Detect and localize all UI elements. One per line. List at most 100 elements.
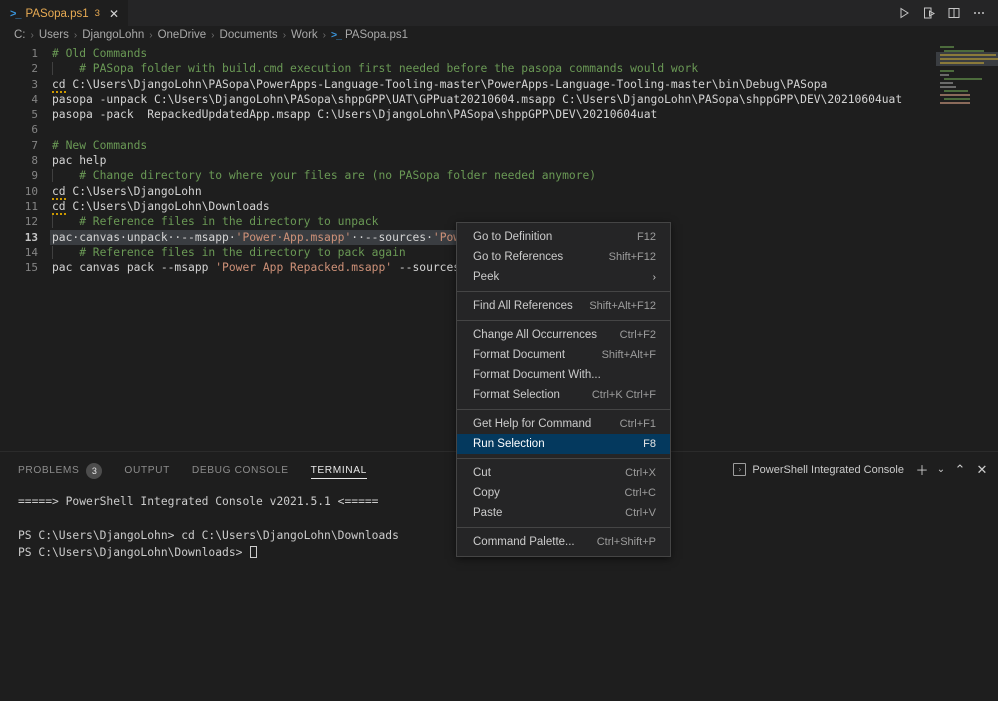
code-token: # Change directory to where your files a…	[52, 169, 596, 182]
code-line[interactable]: 9 # Change directory to where your files…	[0, 168, 940, 183]
maximize-panel-icon[interactable]: ⌃	[950, 459, 970, 481]
terminal-icon: ›	[733, 463, 746, 476]
panel-tab-label: PROBLEMS	[18, 465, 79, 476]
code-line[interactable]: 2 # PASopa folder with build.cmd executi…	[0, 61, 940, 76]
menu-item-find-all-references[interactable]: Find All ReferencesShift+Alt+F12	[457, 296, 670, 316]
code-text: cd C:\Users\DjangoLohn	[52, 184, 202, 199]
run-icon[interactable]	[893, 2, 915, 24]
menu-item-format-document[interactable]: Format DocumentShift+Alt+F	[457, 345, 670, 365]
menu-item-get-help-for-command[interactable]: Get Help for Command Ctrl+F1	[457, 414, 670, 434]
minimap-line	[940, 82, 953, 84]
breadcrumb-item-1[interactable]: Users	[39, 29, 69, 41]
panel-tab-label: TERMINAL	[311, 465, 367, 476]
code-token: # Reference files in the directory to pa…	[52, 246, 406, 259]
menu-item-label: Get Help for Command	[473, 418, 608, 430]
editor-context-menu[interactable]: Go to DefinitionF12Go to ReferencesShift…	[456, 222, 671, 557]
line-number: 4	[0, 92, 38, 107]
minimap[interactable]	[936, 44, 998, 451]
code-line[interactable]: 11cd C:\Users\DjangoLohn\Downloads	[0, 199, 940, 214]
breadcrumb-separator: ›	[323, 30, 326, 41]
line-number: 8	[0, 153, 38, 168]
code-token: # New Commands	[52, 139, 147, 152]
code-line[interactable]: 4 pasopa -unpack C:\Users\DjangoLohn\PASo…	[0, 92, 940, 107]
code-token: # Reference files in the directory to un…	[52, 215, 378, 228]
code-text: # Reference files in the directory to pa…	[52, 245, 406, 260]
code-text: # PASopa folder with build.cmd execution…	[52, 61, 698, 76]
menu-item-shortcut: Ctrl+X	[625, 467, 656, 479]
line-number: 13	[0, 230, 38, 245]
breadcrumb-separator: ›	[211, 30, 214, 41]
close-panel-icon[interactable]: ✕	[972, 459, 992, 481]
menu-item-command-palette[interactable]: Command Palette...Ctrl+Shift+P	[457, 532, 670, 552]
code-token: pasopa -unpack C:\Users\DjangoLohn\PASop…	[52, 93, 902, 106]
panel-tab-debug-console[interactable]: DEBUG CONSOLE	[192, 452, 289, 487]
vscode-window: >_ PASopa.ps1 3 ✕ C:›Users›Dja	[0, 0, 998, 701]
menu-item-label: Peek	[473, 271, 653, 283]
powershell-file-icon: >_	[331, 29, 341, 41]
run-and-debug-icon[interactable]	[918, 2, 940, 24]
code-token: 'Power·App.msapp'	[236, 231, 352, 244]
menu-separator	[457, 409, 670, 410]
code-token: pac canvas pack --msapp	[52, 261, 215, 274]
panel-tab-terminal[interactable]: TERMINAL	[311, 452, 367, 487]
breadcrumb-item-4[interactable]: Documents	[220, 29, 278, 41]
panel-tab-problems[interactable]: PROBLEMS3	[18, 452, 102, 487]
menu-item-label: Cut	[473, 467, 613, 479]
breadcrumb-item-5[interactable]: Work	[291, 29, 318, 41]
menu-item-label: Format Document	[473, 349, 590, 361]
code-token: cd	[52, 185, 66, 200]
menu-item-shortcut: Ctrl+F1	[620, 418, 656, 430]
panel-actions: › PowerShell Integrated Console ＋ ⌄ ⌃ ✕	[727, 452, 992, 487]
terminal-selector[interactable]: › PowerShell Integrated Console	[727, 461, 910, 478]
tab-badge: 3	[95, 8, 100, 19]
minimap-line	[944, 50, 984, 52]
code-line[interactable]: 8pac help	[0, 153, 940, 168]
new-terminal-icon[interactable]: ＋	[912, 459, 932, 481]
breadcrumb-item-3[interactable]: OneDrive	[158, 29, 207, 41]
menu-item-label: Run Selection	[473, 438, 631, 450]
menu-item-copy[interactable]: CopyCtrl+C	[457, 483, 670, 503]
menu-item-go-to-definition[interactable]: Go to DefinitionF12	[457, 227, 670, 247]
menu-item-shortcut: Ctrl+Shift+P	[597, 536, 656, 548]
chevron-down-icon[interactable]: ⌄	[934, 459, 948, 481]
line-number: 5	[0, 107, 38, 122]
code-line[interactable]: 10cd C:\Users\DjangoLohn	[0, 184, 940, 199]
minimap-line	[940, 58, 998, 60]
line-number: 9	[0, 168, 38, 183]
menu-item-paste[interactable]: PasteCtrl+V	[457, 503, 670, 523]
breadcrumb-item-2[interactable]: DjangoLohn	[82, 29, 144, 41]
code-line[interactable]: 3cd C:\Users\DjangoLohn\PASopa\PowerApps…	[0, 77, 940, 92]
menu-item-peek[interactable]: Peek›	[457, 267, 670, 287]
breadcrumb-separator: ›	[74, 30, 77, 41]
line-number: 12	[0, 214, 38, 229]
code-line[interactable]: 1# Old Commands	[0, 46, 940, 61]
minimap-line	[944, 78, 982, 80]
breadcrumb-separator: ›	[31, 30, 34, 41]
menu-item-label: Format Selection	[473, 389, 580, 401]
more-actions-icon[interactable]	[968, 2, 990, 24]
menu-item-cut[interactable]: Cut Ctrl+X	[457, 463, 670, 483]
menu-item-run-selection[interactable]: Run SelectionF8	[457, 434, 670, 454]
breadcrumb-separator: ›	[149, 30, 152, 41]
powershell-file-icon: >_	[10, 8, 21, 20]
code-line[interactable]: 5pasopa -pack RepackedUpdatedApp.msapp C…	[0, 107, 940, 122]
split-editor-icon[interactable]	[943, 2, 965, 24]
breadcrumb-file[interactable]: PASopa.ps1	[345, 29, 408, 41]
breadcrumb-item-0[interactable]: C:	[14, 29, 26, 41]
menu-item-shortcut: F12	[637, 231, 656, 243]
menu-item-format-selection[interactable]: Format SelectionCtrl+K Ctrl+F	[457, 385, 670, 405]
code-line[interactable]: 7# New Commands	[0, 138, 940, 153]
menu-item-label: Paste	[473, 507, 613, 519]
menu-item-go-to-references[interactable]: Go to ReferencesShift+F12	[457, 247, 670, 267]
panel-tab-output[interactable]: OUTPUT	[124, 452, 169, 487]
close-icon[interactable]: ✕	[109, 8, 119, 20]
menu-item-format-document-with[interactable]: Format Document With...	[457, 365, 670, 385]
code-text: cd C:\Users\DjangoLohn\Downloads	[52, 199, 270, 214]
code-token: cd	[52, 78, 66, 93]
code-line[interactable]: 6	[0, 122, 940, 137]
editor-tab-pasopa[interactable]: >_ PASopa.ps1 3 ✕	[0, 0, 128, 26]
editor-actions-toolbar	[893, 0, 998, 26]
menu-item-change-all-occurrences[interactable]: Change All OccurrencesCtrl+F2	[457, 325, 670, 345]
line-number: 15	[0, 260, 38, 275]
minimap-line	[944, 90, 968, 92]
